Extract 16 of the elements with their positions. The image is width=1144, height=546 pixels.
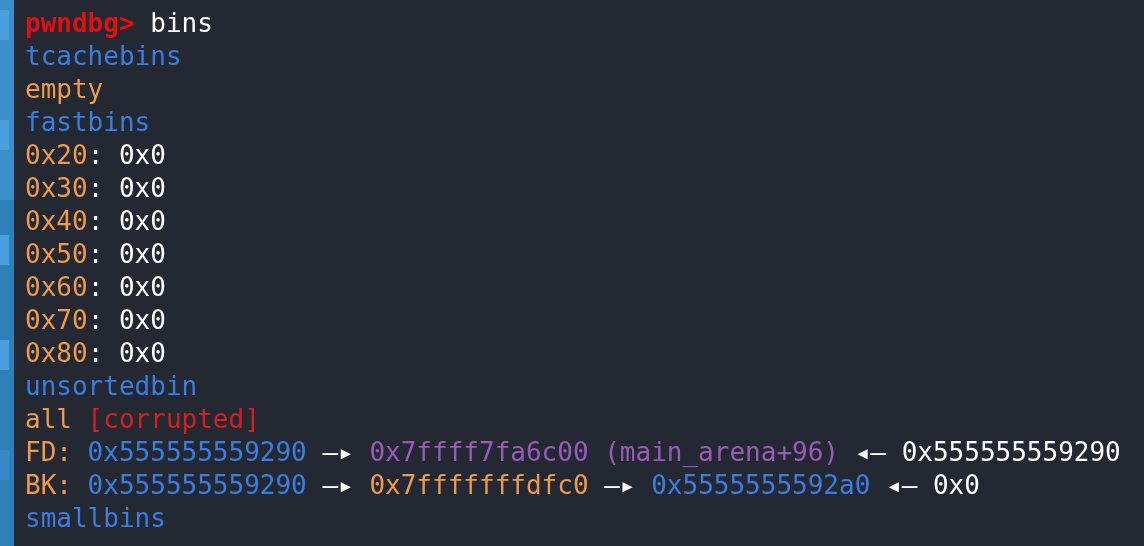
output-line: unsortedbin — [25, 370, 198, 403]
output-line: fastbins — [25, 106, 151, 139]
output-line: BK: 0x555555559290 —▸ 0x7fffffffdfc0 —▸ 0x5555555592a0 ◂— 0x0 — [25, 469, 980, 502]
output-line: tcachebins — [25, 40, 182, 73]
output-line: 0x60: 0x0 — [25, 271, 166, 304]
command-line: pwndbg> bins — [25, 7, 213, 40]
output-line: empty — [25, 73, 104, 106]
output-line: FD: 0x555555559290 —▸ 0x7ffff7fa6c00 (main_arena+96) ◂— 0x555555559290 — [25, 436, 1121, 469]
output-line: 0x20: 0x0 — [25, 139, 166, 172]
output-line: 0x30: 0x0 — [25, 172, 166, 205]
output-line: 0x50: 0x0 — [25, 238, 166, 271]
output-line: smallbins — [25, 502, 166, 535]
output-line: 0x40: 0x0 — [25, 205, 166, 238]
output-line: 0x70: 0x0 — [25, 304, 166, 337]
output-line: 0x80: 0x0 — [25, 337, 166, 370]
output-line: all [corrupted] — [25, 403, 260, 436]
